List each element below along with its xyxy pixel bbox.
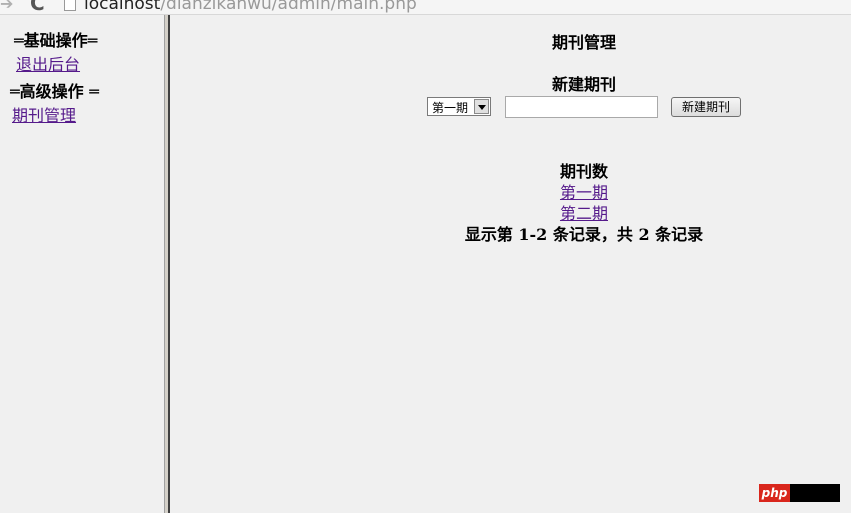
journal-manage-link[interactable]: 期刊管理 — [12, 102, 76, 126]
new-journal-heading: 新建期刊 — [551, 75, 616, 94]
chevron-down-icon[interactable] — [474, 99, 489, 114]
create-journal-button[interactable]: 新建期刊 — [671, 97, 741, 117]
reload-icon[interactable]: C — [30, 0, 45, 14]
forward-arrow-icon[interactable]: ➔ — [0, 0, 13, 13]
browser-url-bar[interactable]: ➔ C localhost/dianzikanwu/admin/main.php — [0, 0, 851, 15]
logout-link[interactable]: 退出后台 — [16, 51, 80, 75]
issue-select[interactable]: 第一期 — [427, 97, 491, 116]
issue-name-input[interactable] — [505, 96, 658, 118]
url-path: /dianzikanwu/admin/main.php — [160, 0, 417, 14]
sidebar-heading-basic: ═基础操作═ — [14, 31, 98, 50]
page-title: 期刊管理 — [551, 33, 616, 52]
php-logo-text: php — [759, 484, 790, 502]
issue-select-value: 第一期 — [432, 101, 469, 115]
address-text[interactable]: localhost/dianzikanwu/admin/main.php — [84, 0, 417, 14]
sidebar-heading-advanced: ═高级操作 ═ — [10, 82, 99, 101]
php-watermark: php — [759, 484, 840, 502]
page-icon — [64, 0, 76, 11]
sidebar: ═基础操作═ 退出后台 ═高级操作 ═ 期刊管理 — [0, 15, 164, 513]
url-host: localhost — [84, 0, 161, 14]
record-summary: 显示第 1-2 条记录，共 2 条记录 — [464, 225, 704, 244]
main-content: 期刊管理 新建期刊 第一期 新建期刊 期刊数 第一期 第二期 显示第 1-2 条… — [170, 15, 851, 513]
